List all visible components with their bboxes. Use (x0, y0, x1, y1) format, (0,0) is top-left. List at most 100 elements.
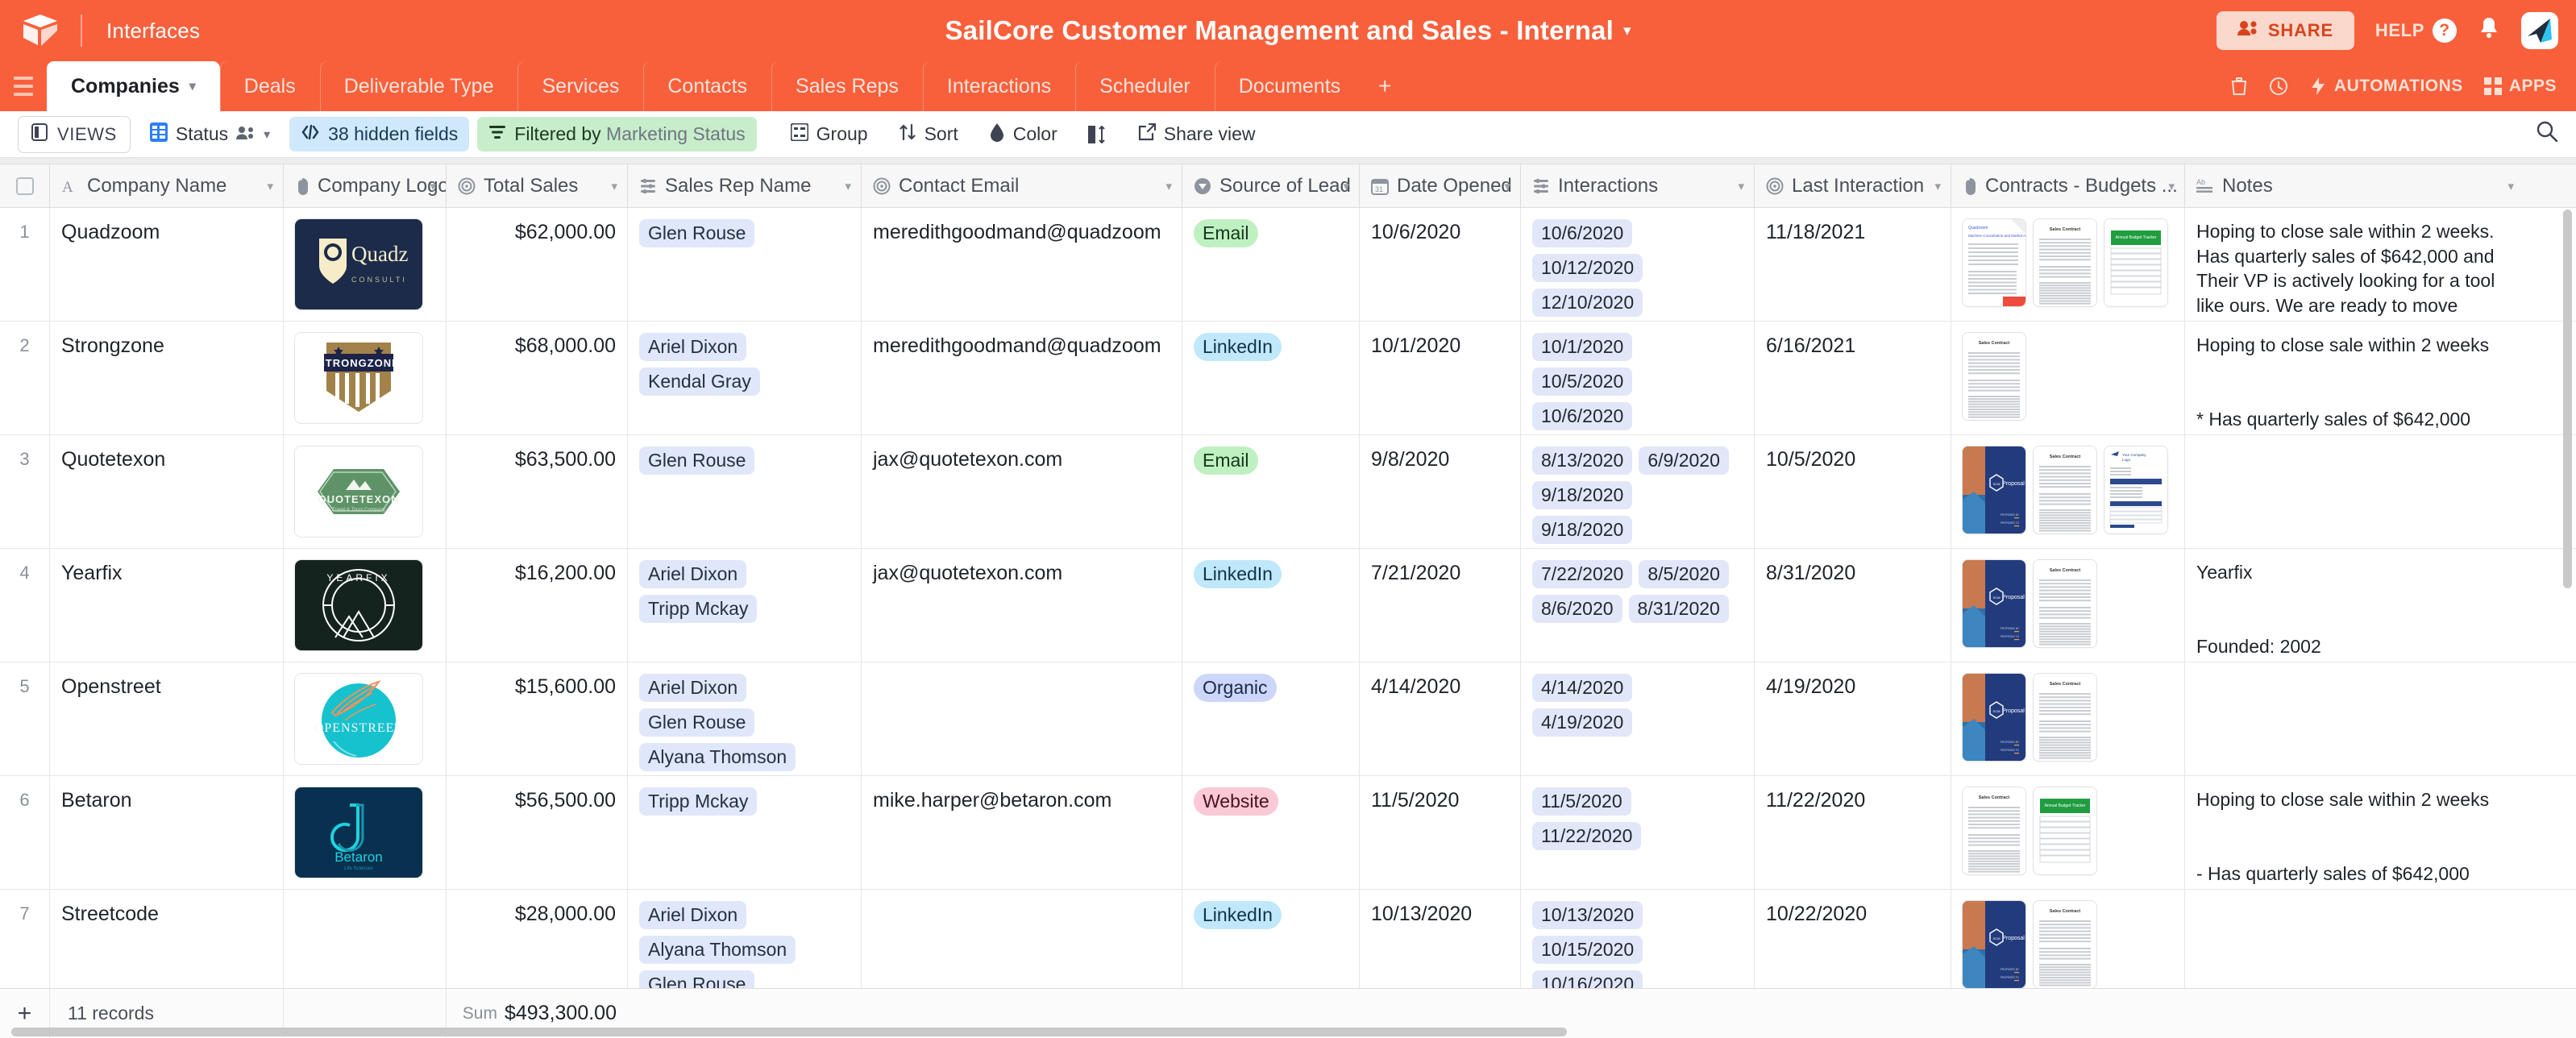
sales-rep-pill[interactable]: Tripp Mckay (639, 787, 757, 816)
current-view-button[interactable]: Status ▾ (139, 116, 281, 153)
cell-source-of-lead[interactable]: LinkedIn (1182, 322, 1360, 434)
chevron-down-icon[interactable]: ▾ (1343, 179, 1349, 193)
cell-source-of-lead[interactable]: Website (1182, 776, 1360, 889)
history-icon[interactable] (2269, 77, 2288, 96)
sales-rep-pill[interactable]: Alyana Thomson (639, 743, 796, 771)
chevron-down-icon[interactable]: ▾ (1738, 179, 1744, 193)
cell-notes[interactable]: YearfixFounded: 2002 (2185, 549, 2524, 662)
chevron-down-icon[interactable]: ▾ (1165, 179, 1172, 193)
interaction-pill[interactable]: 12/10/2020 (1532, 289, 1643, 317)
cell-sales-rep-name[interactable]: Tripp Mckay (628, 776, 862, 889)
cell-contracts-budgets[interactable]: SCMProposalPROPOSED BYPROPOSED TOSales C… (1951, 890, 2185, 1003)
cell-last-interaction[interactable]: 11/18/2021 (1755, 208, 1951, 321)
cell-date-opened[interactable]: 7/21/2020 (1360, 549, 1521, 662)
interfaces-link[interactable]: Interfaces (106, 19, 200, 44)
cell-sales-rep-name[interactable]: Ariel DixonTripp Mckay (628, 549, 862, 662)
cell-last-interaction[interactable]: 6/16/2021 (1755, 322, 1951, 434)
cell-contracts-budgets[interactable]: Sales ContractAnnual Budget Tracker (1951, 776, 2185, 889)
interaction-pill[interactable]: 8/13/2020 (1532, 446, 1632, 475)
sales-rep-pill[interactable]: Tripp Mckay (639, 595, 757, 623)
cell-contracts-budgets[interactable]: QuadzoomMachine Consultation and Market … (1951, 208, 2185, 321)
tab-services[interactable]: Services (517, 61, 643, 111)
column-header-notes[interactable]: AbNotes▾ (2185, 164, 2524, 208)
hidden-fields-button[interactable]: 38 hidden fields (289, 117, 469, 152)
column-header-company-name[interactable]: ACompany Name▾ (50, 164, 284, 208)
automations-button[interactable]: AUTOMATIONS (2309, 77, 2463, 96)
column-header-contracts-budgets[interactable]: Contracts - Budgets ...▾ (1951, 164, 2185, 208)
tab-contacts[interactable]: Contacts (643, 61, 771, 111)
cell-company-name[interactable]: Yearfix (50, 549, 284, 662)
cell-interactions[interactable]: 10/6/202010/12/202012/10/202010/20/20211… (1521, 208, 1755, 321)
attachment-thumbnail[interactable]: Sales Contract (2034, 674, 2096, 761)
table-row[interactable]: 2StrongzoneSTRONGZONE$68,000.00Ariel Dix… (0, 322, 2576, 435)
cell-company-logo[interactable]: BetaronLife Sciences (284, 776, 447, 889)
attachment-thumbnail[interactable]: SCMProposalPROPOSED BYPROPOSED TO (1963, 674, 2025, 761)
interaction-pill[interactable]: 10/5/2020 (1532, 367, 1632, 396)
column-header-contact-email[interactable]: Contact Email▾ (862, 164, 1182, 208)
tab-sales-reps[interactable]: Sales Reps (771, 61, 923, 111)
column-header-source-of-lead[interactable]: Source of Lead▾ (1182, 164, 1360, 208)
apps-button[interactable]: APPS (2484, 77, 2557, 96)
chevron-down-icon[interactable]: ▾ (1504, 179, 1510, 193)
table-row[interactable]: 7Streetcode$28,000.00Ariel DixonAlyana T… (0, 890, 2576, 1003)
interaction-pill[interactable]: 10/6/2020 (1532, 219, 1632, 247)
sales-rep-pill[interactable]: Alyana Thomson (639, 936, 796, 964)
tab-companies[interactable]: Companies▾ (47, 61, 220, 111)
interaction-pill[interactable]: 11/5/2020 (1532, 787, 1631, 816)
chevron-down-icon[interactable]: ▾ (2168, 179, 2175, 193)
cell-date-opened[interactable]: 4/14/2020 (1360, 662, 1521, 775)
cell-source-of-lead[interactable]: Email (1182, 208, 1360, 321)
cell-last-interaction[interactable]: 8/31/2020 (1755, 549, 1951, 662)
cell-sales-rep-name[interactable]: Glen Rouse (628, 435, 862, 548)
chevron-down-icon[interactable]: ▾ (264, 127, 270, 143)
source-of-lead-pill[interactable]: Email (1194, 446, 1258, 475)
interaction-pill[interactable]: 4/14/2020 (1532, 674, 1632, 702)
tab-deliverable-type[interactable]: Deliverable Type (320, 61, 518, 111)
cell-interactions[interactable]: 8/13/20206/9/20209/18/20209/18/202010/4/… (1521, 435, 1755, 548)
cell-contact-email[interactable] (862, 890, 1182, 1003)
cell-contracts-budgets[interactable]: SCMProposalPROPOSED BYPROPOSED TOSales C… (1951, 549, 2185, 662)
tab-interactions[interactable]: Interactions (923, 61, 1075, 111)
cell-company-logo[interactable]: QUOTETEXONTravel & Tours Company (284, 435, 447, 548)
column-header-interactions[interactable]: Interactions▾ (1521, 164, 1755, 208)
cell-interactions[interactable]: 4/14/20204/19/2020 (1521, 662, 1755, 775)
attachment-thumbnail[interactable]: QuadzoomMachine Consultation and Market … (1963, 219, 2025, 306)
table-row[interactable]: 1QuadzoomQuadzCONSULTI$62,000.00Glen Rou… (0, 208, 2576, 322)
attachment-thumbnail[interactable]: Sales Contract (1963, 787, 2025, 874)
cell-date-opened[interactable]: 10/13/2020 (1360, 890, 1521, 1003)
cell-notes[interactable] (2185, 890, 2524, 1003)
table-row[interactable]: 5OpenstreetOPENSTREET$15,600.00Ariel Dix… (0, 662, 2576, 776)
interaction-pill[interactable]: 8/31/2020 (1629, 595, 1729, 623)
cell-interactions[interactable]: 7/22/20208/5/20208/6/20208/31/2020 (1521, 549, 1755, 662)
airtable-cube-icon[interactable] (18, 8, 63, 53)
source-of-lead-pill[interactable]: Website (1194, 787, 1278, 816)
chevron-down-icon[interactable]: ▾ (430, 179, 436, 193)
tab-scheduler[interactable]: Scheduler (1075, 61, 1215, 111)
interaction-pill[interactable]: 6/9/2020 (1639, 446, 1729, 475)
cell-company-logo[interactable]: STRONGZONE (284, 322, 447, 434)
source-of-lead-pill[interactable]: LinkedIn (1194, 560, 1282, 588)
cell-company-name[interactable]: Quadzoom (50, 208, 284, 321)
row-height-icon[interactable] (1077, 119, 1119, 150)
cell-contact-email[interactable]: jax@quotetexon.com (862, 435, 1182, 548)
base-title[interactable]: SailCore Customer Management and Sales -… (945, 15, 1614, 46)
share-button[interactable]: SHARE (2217, 11, 2354, 50)
cell-interactions[interactable]: 11/5/202011/22/2020 (1521, 776, 1755, 889)
chevron-down-icon[interactable]: ▾ (845, 179, 851, 193)
cell-total-sales[interactable]: $62,000.00 (447, 208, 628, 321)
sales-rep-pill[interactable]: Ariel Dixon (639, 901, 746, 929)
views-button[interactable]: VIEWS (18, 116, 131, 153)
table-row[interactable]: 6BetaronBetaronLife Sciences$56,500.00Tr… (0, 776, 2576, 890)
attachment-thumbnail[interactable]: Sales Contract (2034, 446, 2096, 534)
sort-button[interactable]: Sort (887, 117, 970, 152)
select-all-checkbox[interactable] (0, 164, 50, 208)
cell-source-of-lead[interactable]: LinkedIn (1182, 890, 1360, 1003)
chevron-down-icon[interactable]: ▾ (1623, 22, 1631, 40)
cell-contact-email[interactable]: mike.harper@betaron.com (862, 776, 1182, 889)
cell-notes[interactable] (2185, 662, 2524, 775)
cell-company-name[interactable]: Openstreet (50, 662, 284, 775)
cell-interactions[interactable]: 10/1/202010/5/202010/6/202010/7/20206/16… (1521, 322, 1755, 434)
group-button[interactable]: Group (779, 117, 879, 152)
cell-source-of-lead[interactable]: LinkedIn (1182, 549, 1360, 662)
interaction-pill[interactable]: 10/1/2020 (1532, 333, 1632, 361)
